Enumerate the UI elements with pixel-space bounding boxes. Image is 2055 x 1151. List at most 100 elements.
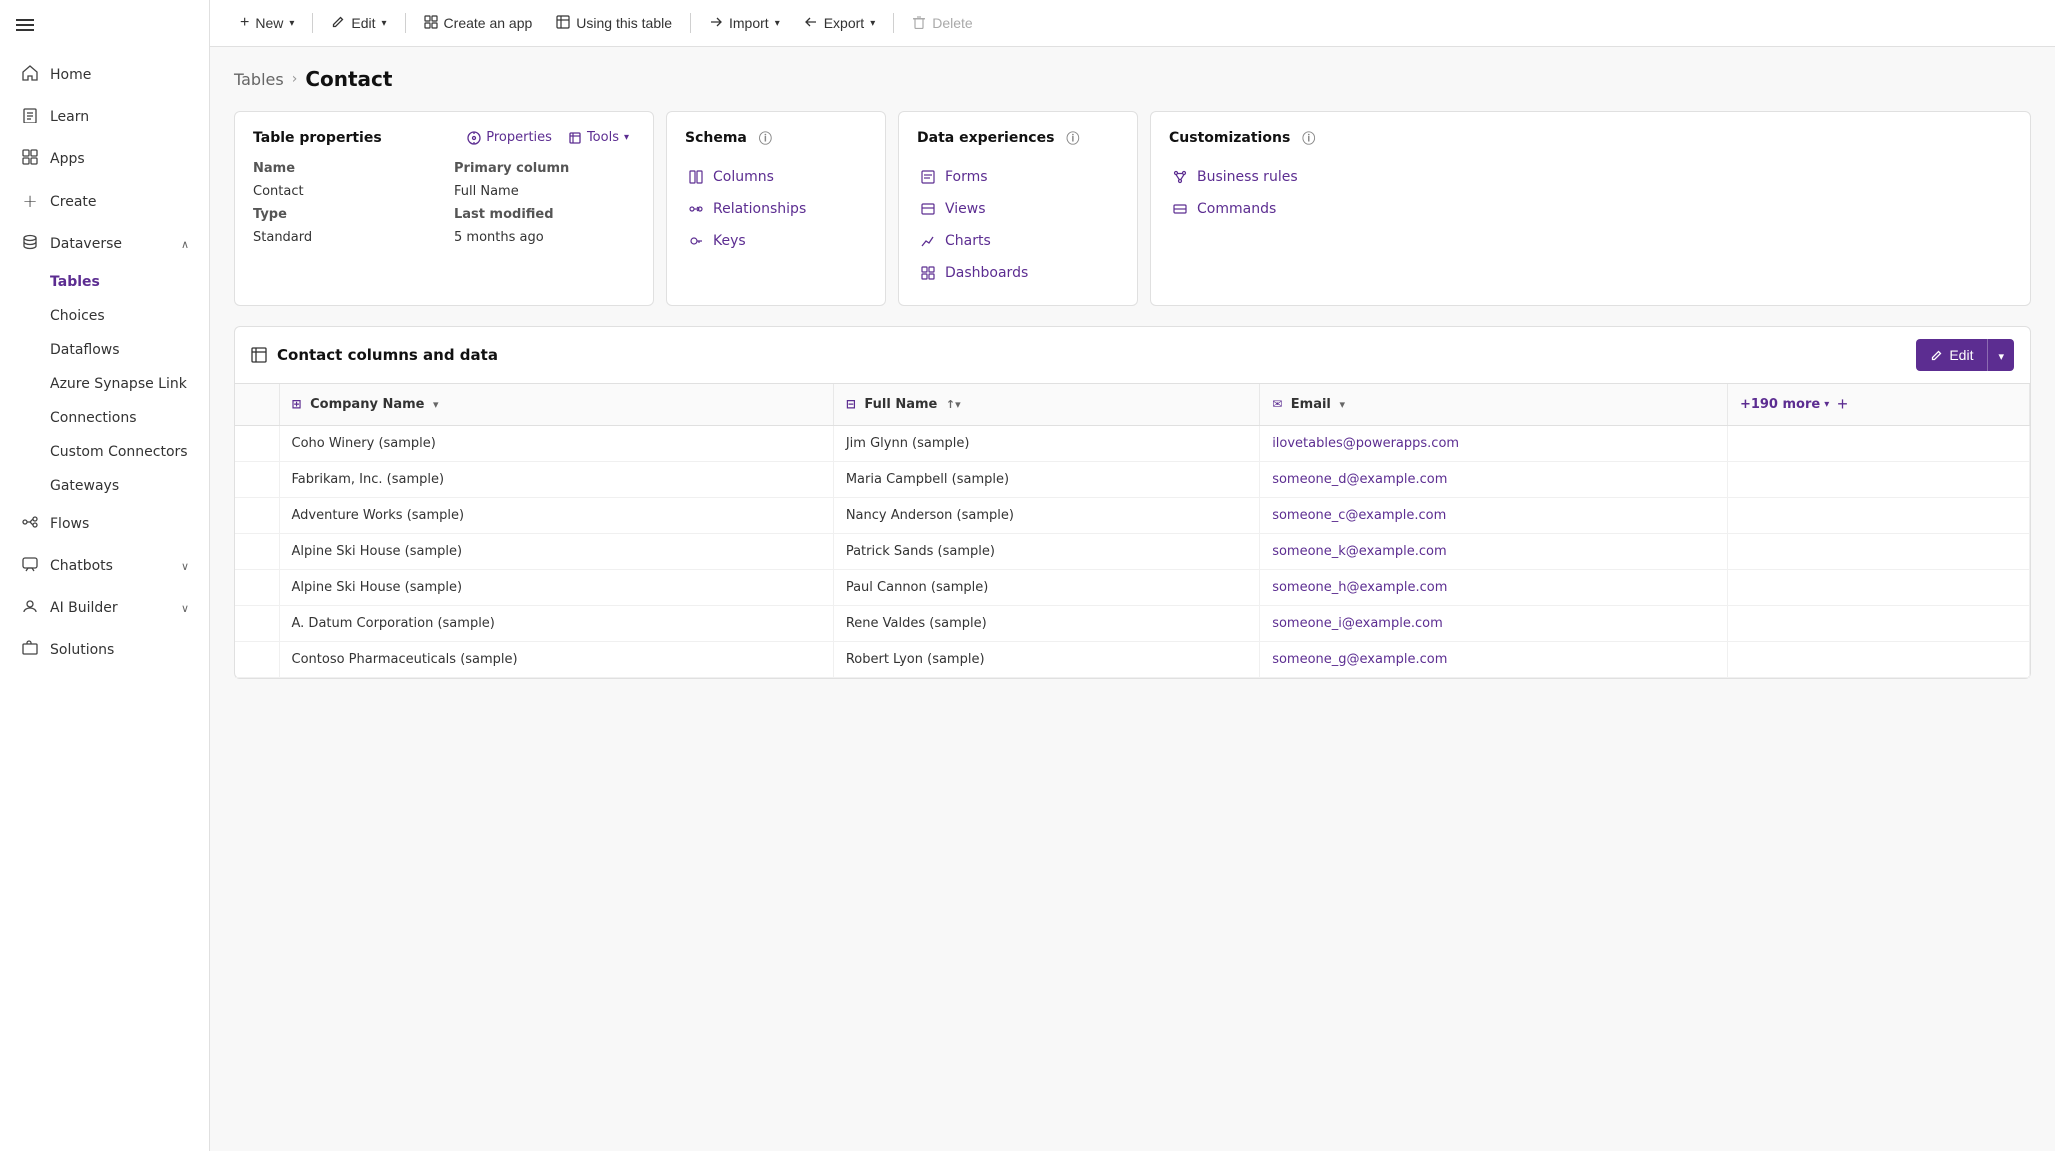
edit-primary-button[interactable]: Edit <box>1916 339 1987 371</box>
new-label: New <box>255 15 283 31</box>
edit-button-group: Edit ▾ <box>1916 339 2014 371</box>
data-exp-charts-link[interactable]: Charts <box>917 225 1119 257</box>
flows-icon <box>20 514 40 534</box>
prop-primary-col-value: Full Name <box>454 184 635 199</box>
delete-button[interactable]: Delete <box>902 9 982 38</box>
properties-button[interactable]: Properties <box>461 128 558 147</box>
data-exp-forms-link[interactable]: Forms <box>917 161 1119 193</box>
company-cell: Alpine Ski House (sample) <box>279 534 833 570</box>
delete-label: Delete <box>932 15 972 31</box>
company-sort-icon[interactable]: ▾ <box>433 398 439 411</box>
fullname-col-label: Full Name <box>864 397 937 412</box>
more-columns-header[interactable]: +190 more ▾ + <box>1727 384 2029 426</box>
sidebar-item-learn-label: Learn <box>50 109 89 125</box>
fullname-col-icon: ⊟ <box>846 397 856 411</box>
hamburger-button[interactable] <box>0 0 209 54</box>
dataverse-icon <box>20 234 40 254</box>
sidebar-item-azure-synapse[interactable]: Azure Synapse Link <box>4 368 205 400</box>
chatbots-chevron-icon: ∨ <box>181 560 189 573</box>
sidebar-item-dataverse[interactable]: Dataverse ∧ <box>4 224 205 264</box>
using-table-icon <box>556 15 570 32</box>
breadcrumb-tables-link[interactable]: Tables <box>234 70 284 89</box>
customizations-title: Customizations <box>1169 130 1290 146</box>
data-exp-forms-label: Forms <box>945 169 988 185</box>
custom-commands-link[interactable]: Commands <box>1169 193 2012 225</box>
table-properties-grid: Name Primary column Contact Full Name Ty… <box>253 161 635 245</box>
sidebar-item-home[interactable]: Home <box>4 55 205 95</box>
table-body: Coho Winery (sample) Jim Glynn (sample) … <box>235 426 2030 678</box>
tools-button[interactable]: Tools ▾ <box>562 128 635 147</box>
edit-button[interactable]: Edit ▾ <box>321 9 396 38</box>
data-exp-title: Data experiences <box>917 130 1054 146</box>
create-app-button[interactable]: Create an app <box>414 9 543 38</box>
full-name-header[interactable]: ⊟ Full Name ↑▾ <box>833 384 1259 426</box>
content-area: Tables › Contact Table properties Proper… <box>210 47 2055 1151</box>
new-button[interactable]: + New ▾ <box>230 8 304 38</box>
import-button[interactable]: Import ▾ <box>699 9 790 38</box>
dashboards-icon <box>921 266 935 280</box>
prop-last-modified-label: Last modified <box>454 207 635 222</box>
export-button[interactable]: Export ▾ <box>794 9 886 38</box>
chatbots-icon <box>20 556 40 576</box>
row-checkbox-cell <box>235 642 279 678</box>
sidebar-item-solutions-label: Solutions <box>50 642 114 658</box>
schema-relationships-link[interactable]: Relationships <box>685 193 867 225</box>
customizations-info-icon: ⓘ <box>1302 128 1315 147</box>
prop-type-value: Standard <box>253 230 434 245</box>
sidebar-item-chatbots[interactable]: Chatbots ∨ <box>4 546 205 586</box>
using-table-label: Using this table <box>576 15 672 31</box>
import-icon <box>709 15 723 32</box>
sidebar-item-choices[interactable]: Choices <box>4 300 205 332</box>
sidebar-item-connections[interactable]: Connections <box>4 402 205 434</box>
sidebar-item-home-label: Home <box>50 67 91 83</box>
edit-chevron-icon: ▾ <box>382 18 387 29</box>
custom-business-rules-link[interactable]: Business rules <box>1169 161 2012 193</box>
fullname-cell: Robert Lyon (sample) <box>833 642 1259 678</box>
sidebar-item-gateways-label: Gateways <box>50 478 119 494</box>
row-checkbox-cell <box>235 606 279 642</box>
fullname-sort-icon[interactable]: ↑▾ <box>946 398 961 411</box>
relationships-icon <box>689 202 703 216</box>
using-table-button[interactable]: Using this table <box>546 9 682 38</box>
sidebar-item-create[interactable]: + Create <box>4 181 205 222</box>
checkbox-header <box>235 384 279 426</box>
sidebar-item-tables[interactable]: Tables <box>4 266 205 298</box>
schema-relationships-label: Relationships <box>713 201 806 217</box>
sidebar-item-gateways[interactable]: Gateways <box>4 470 205 502</box>
email-sort-icon[interactable]: ▾ <box>1339 398 1345 411</box>
schema-card: Schema ⓘ Columns Relationships Keys <box>666 111 886 306</box>
table-properties-actions: Properties Tools ▾ <box>461 128 635 147</box>
table-icon <box>251 347 267 363</box>
schema-columns-link[interactable]: Columns <box>685 161 867 193</box>
sidebar-item-solutions[interactable]: Solutions <box>4 630 205 670</box>
ai-builder-icon <box>20 598 40 618</box>
contact-data-table: ⊞ Company Name ▾ ⊟ Full Name ↑▾ ✉ Email <box>235 384 2030 678</box>
sidebar-item-learn[interactable]: Learn <box>4 97 205 137</box>
sidebar-item-dataflows[interactable]: Dataflows <box>4 334 205 366</box>
more-columns-chevron-icon: ▾ <box>1824 399 1829 410</box>
data-experiences-card: Data experiences ⓘ Forms Views Charts <box>898 111 1138 306</box>
tools-label: Tools <box>587 130 619 145</box>
schema-keys-link[interactable]: Keys <box>685 225 867 257</box>
company-cell: Contoso Pharmaceuticals (sample) <box>279 642 833 678</box>
sidebar-item-ai-builder[interactable]: AI Builder ∨ <box>4 588 205 628</box>
schema-title: Schema <box>685 130 747 146</box>
sidebar-item-custom-connectors[interactable]: Custom Connectors <box>4 436 205 468</box>
sidebar-item-flows-label: Flows <box>50 516 89 532</box>
more-columns-label: +190 more <box>1740 397 1820 412</box>
row-checkbox-cell <box>235 462 279 498</box>
company-cell: A. Datum Corporation (sample) <box>279 606 833 642</box>
home-icon <box>20 65 40 85</box>
company-name-header[interactable]: ⊞ Company Name ▾ <box>279 384 833 426</box>
sidebar-item-apps[interactable]: Apps <box>4 139 205 179</box>
sidebar-item-flows[interactable]: Flows <box>4 504 205 544</box>
data-table-title: Contact columns and data <box>251 346 498 364</box>
data-exp-dashboards-link[interactable]: Dashboards <box>917 257 1119 289</box>
add-column-button[interactable]: + <box>1833 394 1852 415</box>
edit-chevron-button[interactable]: ▾ <box>1987 339 2014 371</box>
email-header[interactable]: ✉ Email ▾ <box>1260 384 1728 426</box>
data-exp-views-link[interactable]: Views <box>917 193 1119 225</box>
sidebar-item-choices-label: Choices <box>50 308 105 324</box>
table-row: Contoso Pharmaceuticals (sample) Robert … <box>235 642 2030 678</box>
more-cell <box>1727 498 2029 534</box>
